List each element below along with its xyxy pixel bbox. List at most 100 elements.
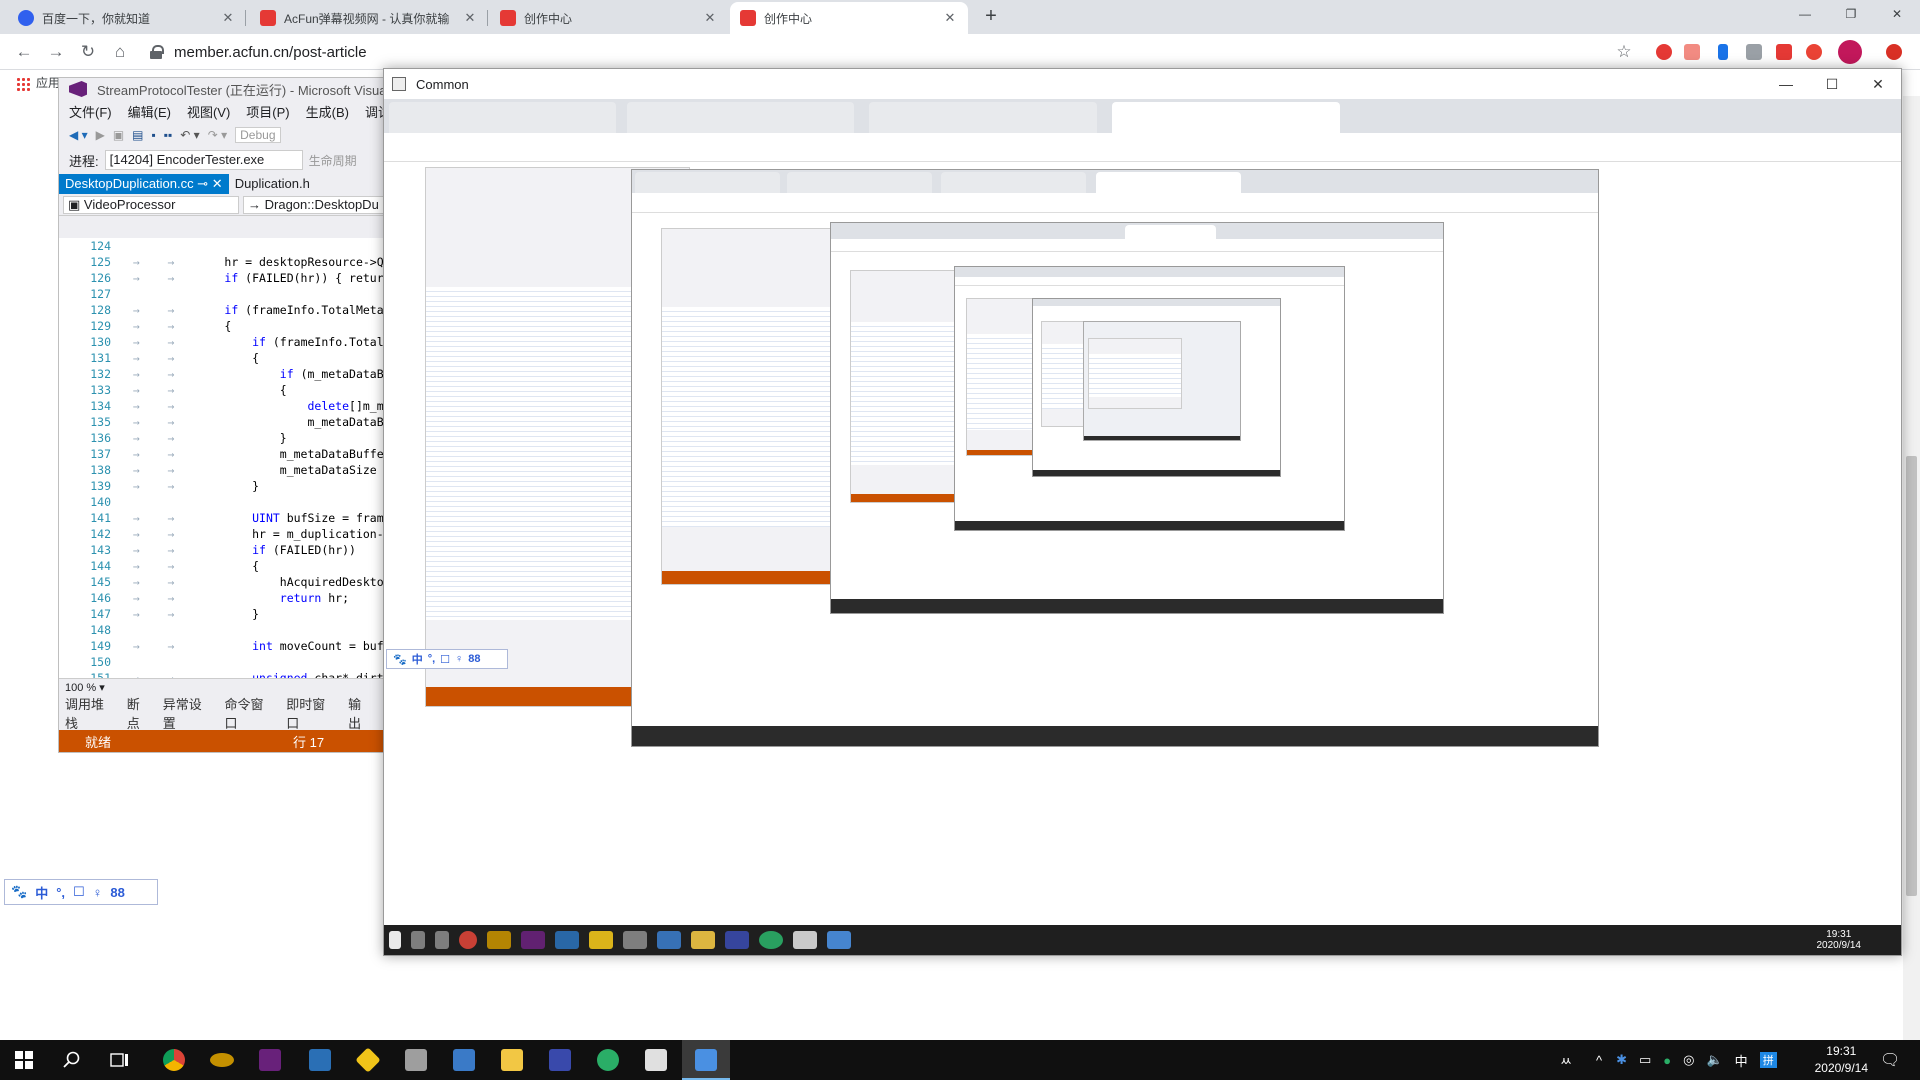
new-item-icon[interactable]: ▣ xyxy=(113,128,124,142)
save-all-icon[interactable]: ▪▪ xyxy=(164,128,173,142)
code-line[interactable]: 145 → → hAcquiredDesktop xyxy=(59,574,397,590)
adblock-icon[interactable] xyxy=(1656,44,1672,60)
new-tab-button[interactable]: + xyxy=(980,6,1002,28)
doc-tab-duplication-h[interactable]: Duplication.h xyxy=(229,174,316,194)
code-line[interactable]: 129 → → { xyxy=(59,318,397,334)
forward-icon[interactable]: ▶ xyxy=(96,128,105,142)
wechat-tray-icon[interactable]: ● xyxy=(1663,1053,1671,1068)
apps-label[interactable]: 应用 xyxy=(36,76,60,90)
start-button[interactable] xyxy=(0,1040,48,1080)
taskbar-eye-app[interactable] xyxy=(198,1040,246,1080)
notification-center-button[interactable]: 🗨 xyxy=(1880,1040,1900,1080)
class-combo[interactable]: ▣ VideoProcessor xyxy=(63,196,239,214)
address-bar[interactable]: member.acfun.cn/post-article xyxy=(150,42,367,62)
undo-icon[interactable]: ↶ ▾ xyxy=(180,128,199,142)
menu-edit[interactable]: 编辑(E) xyxy=(128,102,171,121)
minimize-button[interactable]: — xyxy=(1763,71,1809,97)
code-line[interactable]: 147 → → } xyxy=(59,606,397,622)
bluetooth-icon[interactable]: ✱ xyxy=(1616,1052,1627,1068)
close-tab-icon[interactable]: ✕ xyxy=(942,10,958,26)
code-line[interactable]: 148 xyxy=(59,622,397,638)
search-button[interactable] xyxy=(48,1040,96,1080)
update-icon[interactable] xyxy=(1886,44,1902,60)
code-line[interactable]: 139 → → } xyxy=(59,478,397,494)
pause-extension-icon[interactable] xyxy=(1718,44,1728,60)
ime-tools[interactable]: 88 xyxy=(110,885,124,900)
ime-toolbar[interactable]: 🐾 中 °, ☐ ♀ 88 xyxy=(4,879,158,905)
maximize-button[interactable]: ☐ xyxy=(1809,71,1855,97)
pane-command-window[interactable]: 命令窗口 xyxy=(225,694,277,732)
taskbar-clock[interactable]: 19:31 2020/9/14 xyxy=(1815,1043,1868,1077)
code-line[interactable]: 132 → → if (m_metaDataBuf xyxy=(59,366,397,382)
back-icon[interactable]: ◀ ▾ xyxy=(69,128,88,142)
pane-breakpoints[interactable]: 断点 xyxy=(127,694,153,732)
member-combo[interactable]: → Dragon::DesktopDu xyxy=(243,196,393,214)
lifecycle-label[interactable]: 生命周期 xyxy=(309,152,357,169)
redo-icon[interactable]: ↷ ▾ xyxy=(208,128,227,142)
back-icon[interactable]: ← xyxy=(12,40,36,64)
network-icon[interactable]: ▭ xyxy=(1639,1052,1651,1068)
scrollbar-thumb[interactable] xyxy=(1906,456,1917,896)
code-line[interactable]: 142 → → hr = m_duplication->G xyxy=(59,526,397,542)
code-line[interactable]: 130 → → if (frameInfo.TotalMe xyxy=(59,334,397,350)
pane-exception-settings[interactable]: 异常设置 xyxy=(163,694,215,732)
ime-user[interactable]: ♀ xyxy=(93,885,103,900)
taskbar-archive[interactable] xyxy=(392,1040,440,1080)
taskbar-vs-installer[interactable] xyxy=(536,1040,584,1080)
close-tab-icon[interactable]: ✕ xyxy=(702,10,718,26)
extension-icon[interactable] xyxy=(1776,44,1792,60)
code-line[interactable]: 141 → → UINT bufSize = frame xyxy=(59,510,397,526)
close-tab-icon[interactable]: ✕ xyxy=(220,10,236,26)
chevron-up-icon[interactable]: ^ xyxy=(1596,1053,1602,1068)
code-line[interactable]: 125 → → hr = desktopResource->Que xyxy=(59,254,397,270)
menu-file[interactable]: 文件(F) xyxy=(69,102,112,121)
close-tab-icon[interactable]: ✕ xyxy=(462,10,478,26)
taskbar-network-tool[interactable] xyxy=(440,1040,488,1080)
pane-call-stack[interactable]: 调用堆栈 xyxy=(65,694,117,732)
camera-extension-icon[interactable] xyxy=(1746,44,1762,60)
close-window-button[interactable]: ✕ xyxy=(1874,0,1920,28)
browser-tab-creator-active[interactable]: 创作中心 ✕ xyxy=(730,2,968,34)
taskbar-wechat[interactable] xyxy=(584,1040,632,1080)
task-view-button[interactable] xyxy=(96,1040,144,1080)
forward-icon[interactable]: → xyxy=(44,40,68,64)
code-line[interactable]: 140 xyxy=(59,494,397,510)
code-editor[interactable]: 124 125 → → hr = desktopResource->Que 126 … xyxy=(59,238,397,678)
zoom-level[interactable]: 100 % xyxy=(65,682,96,694)
code-line[interactable]: 127 xyxy=(59,286,397,302)
taskbar-media[interactable] xyxy=(632,1040,680,1080)
code-line[interactable]: 150 xyxy=(59,654,397,670)
pin-icon[interactable]: ⊸ xyxy=(197,176,208,191)
extension-icon[interactable] xyxy=(1684,44,1700,60)
doc-tab-desktopduplication[interactable]: DesktopDuplication.cc ⊸ ✕ xyxy=(59,174,229,194)
code-line[interactable]: 135 → → m_metaDataBu xyxy=(59,414,397,430)
menu-view[interactable]: 视图(V) xyxy=(187,102,230,121)
code-line[interactable]: 144 → → { xyxy=(59,558,397,574)
menu-build[interactable]: 生成(B) xyxy=(306,102,349,121)
browser-tab-baidu[interactable]: 百度一下，你就知道 ✕ xyxy=(8,2,246,34)
pane-output[interactable]: 输出 xyxy=(348,694,374,732)
bookmark-star-icon[interactable]: ☆ xyxy=(1612,40,1636,64)
avatar[interactable] xyxy=(1838,40,1862,64)
close-icon[interactable]: ✕ xyxy=(212,176,223,191)
close-button[interactable]: ✕ xyxy=(1855,71,1901,97)
paw-icon[interactable]: 🐾 xyxy=(11,884,27,900)
home-icon[interactable]: ⌂ xyxy=(108,40,132,64)
browser-tab-acfun[interactable]: AcFun弹幕视频网 - 认真你就输 ✕ xyxy=(250,2,488,34)
taskbar-common-app[interactable] xyxy=(682,1040,730,1080)
code-line[interactable]: 131 → → { xyxy=(59,350,397,366)
process-combo[interactable]: [14204] EncoderTester.exe xyxy=(104,150,303,170)
code-line[interactable]: 149 → → int moveCount = bufS xyxy=(59,638,397,654)
code-line[interactable]: 128 → → if (frameInfo.TotalMetada xyxy=(59,302,397,318)
menu-project[interactable]: 项目(P) xyxy=(246,102,289,121)
extension-icon[interactable] xyxy=(1806,44,1822,60)
save-icon[interactable]: ▪ xyxy=(152,128,156,142)
apps-icon[interactable] xyxy=(16,76,30,91)
code-line[interactable]: 146 → → return hr; xyxy=(59,590,397,606)
restore-button[interactable]: ❐ xyxy=(1828,0,1874,28)
ime-punct[interactable]: °, xyxy=(56,885,65,900)
taskbar-remote-desktop[interactable] xyxy=(296,1040,344,1080)
code-line[interactable]: 134 → → delete[]m_met xyxy=(59,398,397,414)
reload-icon[interactable]: ↻ xyxy=(76,40,100,64)
code-line[interactable]: 136 → → } xyxy=(59,430,397,446)
